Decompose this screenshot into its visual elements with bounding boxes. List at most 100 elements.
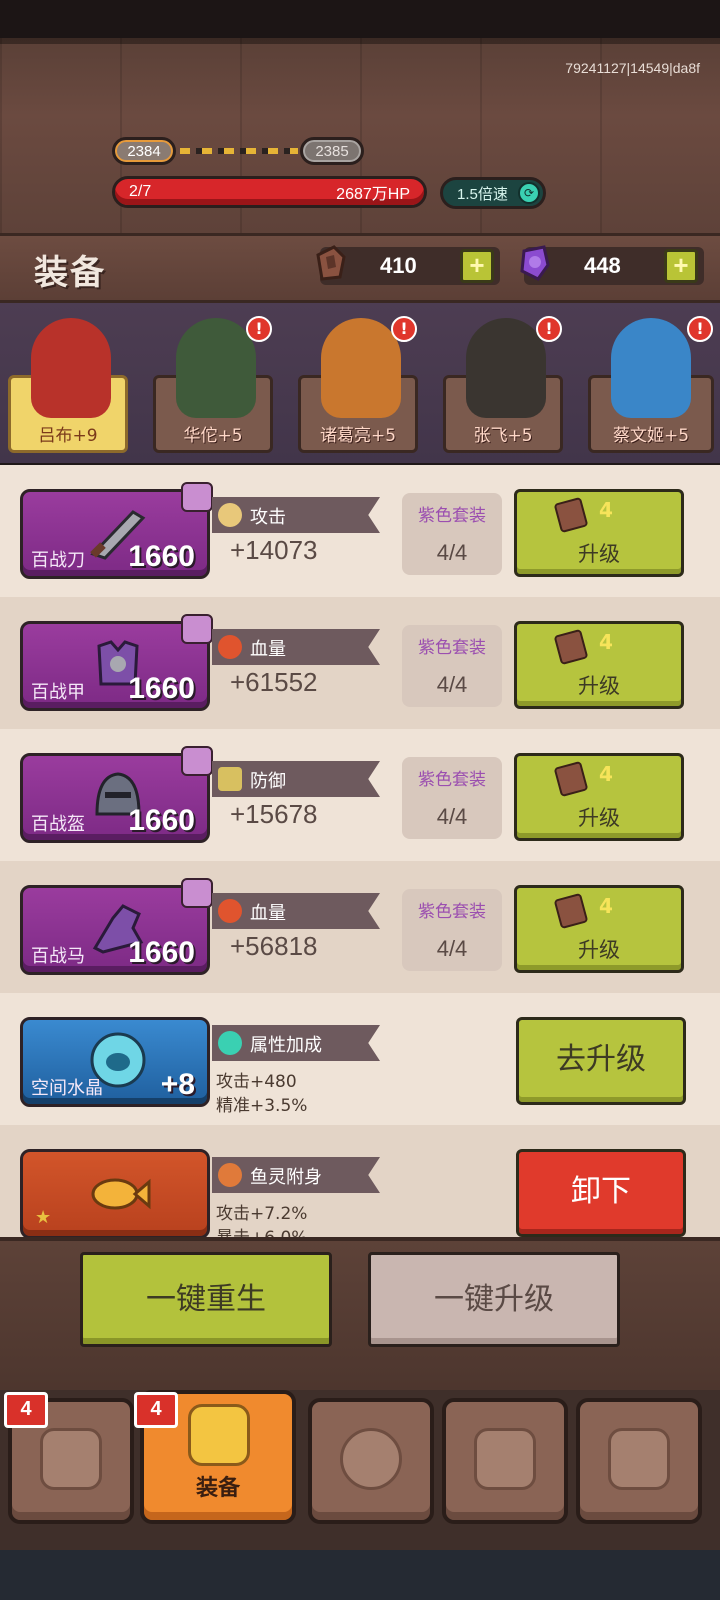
equipment-level: 1660 [128, 804, 195, 837]
unequip-button[interactable]: 卸下 [516, 1149, 686, 1237]
upgrade-button[interactable]: 4 升级 [514, 489, 684, 577]
upgrade-cost: 4 [599, 498, 613, 522]
bronze-gem-icon [553, 628, 589, 666]
forge-icon [340, 1428, 402, 1490]
upgrade-label: 升级 [578, 542, 620, 566]
equipment-level: 1660 [128, 540, 195, 573]
upgrade-cost: 4 [599, 630, 613, 654]
bronze-gem-icon [553, 496, 589, 534]
fish-spirit-icon [218, 1163, 242, 1187]
bonus-line-precision: 精准+3.5% [216, 1096, 308, 1116]
set-label: 紫色套装 [418, 902, 486, 922]
set-count: 4/4 [436, 540, 468, 565]
status-bar [0, 0, 720, 38]
upgrade-label: 升级 [578, 806, 620, 830]
purple-gem-icon [520, 245, 550, 281]
purple-rank-badge-icon [181, 614, 213, 644]
upgrade-button[interactable]: 4 升级 [514, 621, 684, 709]
bronze-gem-icon [316, 245, 346, 281]
go-upgrade-button[interactable]: 去升级 [516, 1017, 686, 1105]
set-bonus-box: 紫色套装 4/4 [402, 889, 502, 971]
equipment-row: 百战马 1660 血量 +56818 紫色套装 4/4 4 升级 [0, 861, 720, 993]
hero-slot-huatuo[interactable]: ! 华佗+5 [153, 316, 273, 453]
equipment-level: 1660 [128, 672, 195, 705]
notification-badge: 4 [4, 1392, 48, 1428]
stat-label-box: 血量 [212, 893, 380, 929]
hero-portrait [611, 318, 691, 418]
equipment-card-blade[interactable]: 百战刀 1660 [20, 482, 213, 579]
set-count: 4/4 [436, 672, 468, 697]
set-bonus-box: 紫色套装 4/4 [402, 493, 502, 575]
upgrade-cost: 4 [599, 894, 613, 918]
set-label: 紫色套装 [418, 638, 486, 658]
sword-icon [218, 503, 242, 527]
treasure-chest-icon [474, 1428, 536, 1490]
bonus-line-attack: 攻击+7.2% [216, 1204, 308, 1224]
system-nav-bar [0, 1550, 720, 1600]
speed-toggle-button[interactable]: 1.5倍速 ⟳ [440, 177, 546, 209]
equipment-list: 百战刀 1660 攻击 +14073 紫色套装 4/4 4 升级 百战甲 166… [0, 465, 720, 1237]
hero-slot-zhangfei[interactable]: ! 张飞+5 [443, 316, 563, 453]
blood-drop-icon [218, 899, 242, 923]
crystal-level: +8 [160, 1068, 195, 1101]
crystal-name: 空间水晶 [31, 1078, 103, 1099]
alert-icon: ! [391, 316, 417, 342]
hero-name: 蔡文姬+5 [612, 426, 690, 446]
equipment-row: 百战刀 1660 攻击 +14073 紫色套装 4/4 4 升级 [0, 465, 720, 597]
stat-label-box: 属性加成 [212, 1025, 380, 1061]
alert-icon: ! [536, 316, 562, 342]
stat-value: +14073 [230, 535, 318, 565]
equipment-card-horse[interactable]: 百战马 1660 [20, 878, 213, 975]
speed-clock-icon: ⟳ [518, 182, 540, 204]
hero-portrait [176, 318, 256, 418]
equipment-card-armor[interactable]: 百战甲 1660 [20, 614, 213, 711]
tab-treasure[interactable] [442, 1398, 568, 1524]
crystal-card[interactable]: 空间水晶 +8 [20, 1017, 210, 1107]
set-count: 4/4 [436, 936, 468, 961]
equipment-row: 百战甲 1660 血量 +61552 紫色套装 4/4 4 升级 [0, 597, 720, 729]
tab-forge[interactable] [308, 1398, 434, 1524]
set-bonus-box: 紫色套装 4/4 [402, 625, 502, 707]
scroll-icon [608, 1428, 670, 1490]
shield-icon [218, 767, 242, 791]
speed-label: 1.5倍速 [457, 185, 508, 203]
blood-drop-icon [218, 635, 242, 659]
upgrade-button[interactable]: 4 升级 [514, 753, 684, 841]
one-click-rebirth-button[interactable]: 一键重生 [80, 1252, 332, 1347]
bonus-line-attack: 攻击+480 [216, 1072, 297, 1092]
one-click-upgrade-button[interactable]: 一键升级 [368, 1252, 620, 1347]
star-icon: ★ [35, 1207, 52, 1228]
tab-scroll[interactable] [576, 1398, 702, 1524]
next-stage-badge: 2385 [300, 137, 364, 165]
bonus-line-crit: 暴击+6.0% [216, 1223, 307, 1237]
set-label: 紫色套装 [418, 506, 486, 526]
add-purple-gem-button[interactable]: + [664, 249, 698, 283]
equipment-name: 百战盔 [31, 814, 85, 835]
hero-slot-lvbu[interactable]: 吕布+9 [8, 318, 128, 453]
stat-label-box: 血量 [212, 629, 380, 665]
purple-rank-badge-icon [181, 878, 213, 908]
equipment-name: 百战刀 [31, 550, 85, 571]
alert-icon: ! [246, 316, 272, 342]
stat-value: +61552 [230, 667, 318, 697]
stat-name: 攻击 [250, 507, 286, 528]
hero-selector: 吕布+9 ! 华佗+5 ! 诸葛亮+5 ! 张飞+5 ! 蔡文姬+5 [0, 303, 720, 463]
fish-spirit-card[interactable]: ★ [20, 1149, 210, 1237]
bronze-gem-value: 410 [380, 253, 417, 278]
hero-slot-zhugeliang[interactable]: ! 诸葛亮+5 [298, 316, 418, 453]
add-bronze-gem-button[interactable]: + [460, 249, 494, 283]
upgrade-button[interactable]: 4 升级 [514, 885, 684, 973]
stat-label-box: 攻击 [212, 497, 380, 533]
notification-badge: 4 [134, 1392, 178, 1428]
equipment-card-helmet[interactable]: 百战盔 1660 [20, 746, 213, 843]
stat-name: 血量 [250, 903, 286, 924]
hero-slot-caiwenji[interactable]: ! 蔡文姬+5 [588, 316, 714, 453]
hero-name: 诸葛亮+5 [319, 426, 397, 446]
equipment-name: 百战马 [31, 946, 85, 967]
page-title: 装备 [34, 253, 106, 293]
crystal-row: 空间水晶 +8 属性加成 攻击+480 精准+3.5% 去升级 [0, 993, 720, 1125]
hero-name: 吕布+9 [38, 426, 98, 446]
hero-name: 张飞+5 [473, 426, 533, 446]
set-count: 4/4 [436, 804, 468, 829]
bronze-gem-icon [553, 892, 589, 930]
